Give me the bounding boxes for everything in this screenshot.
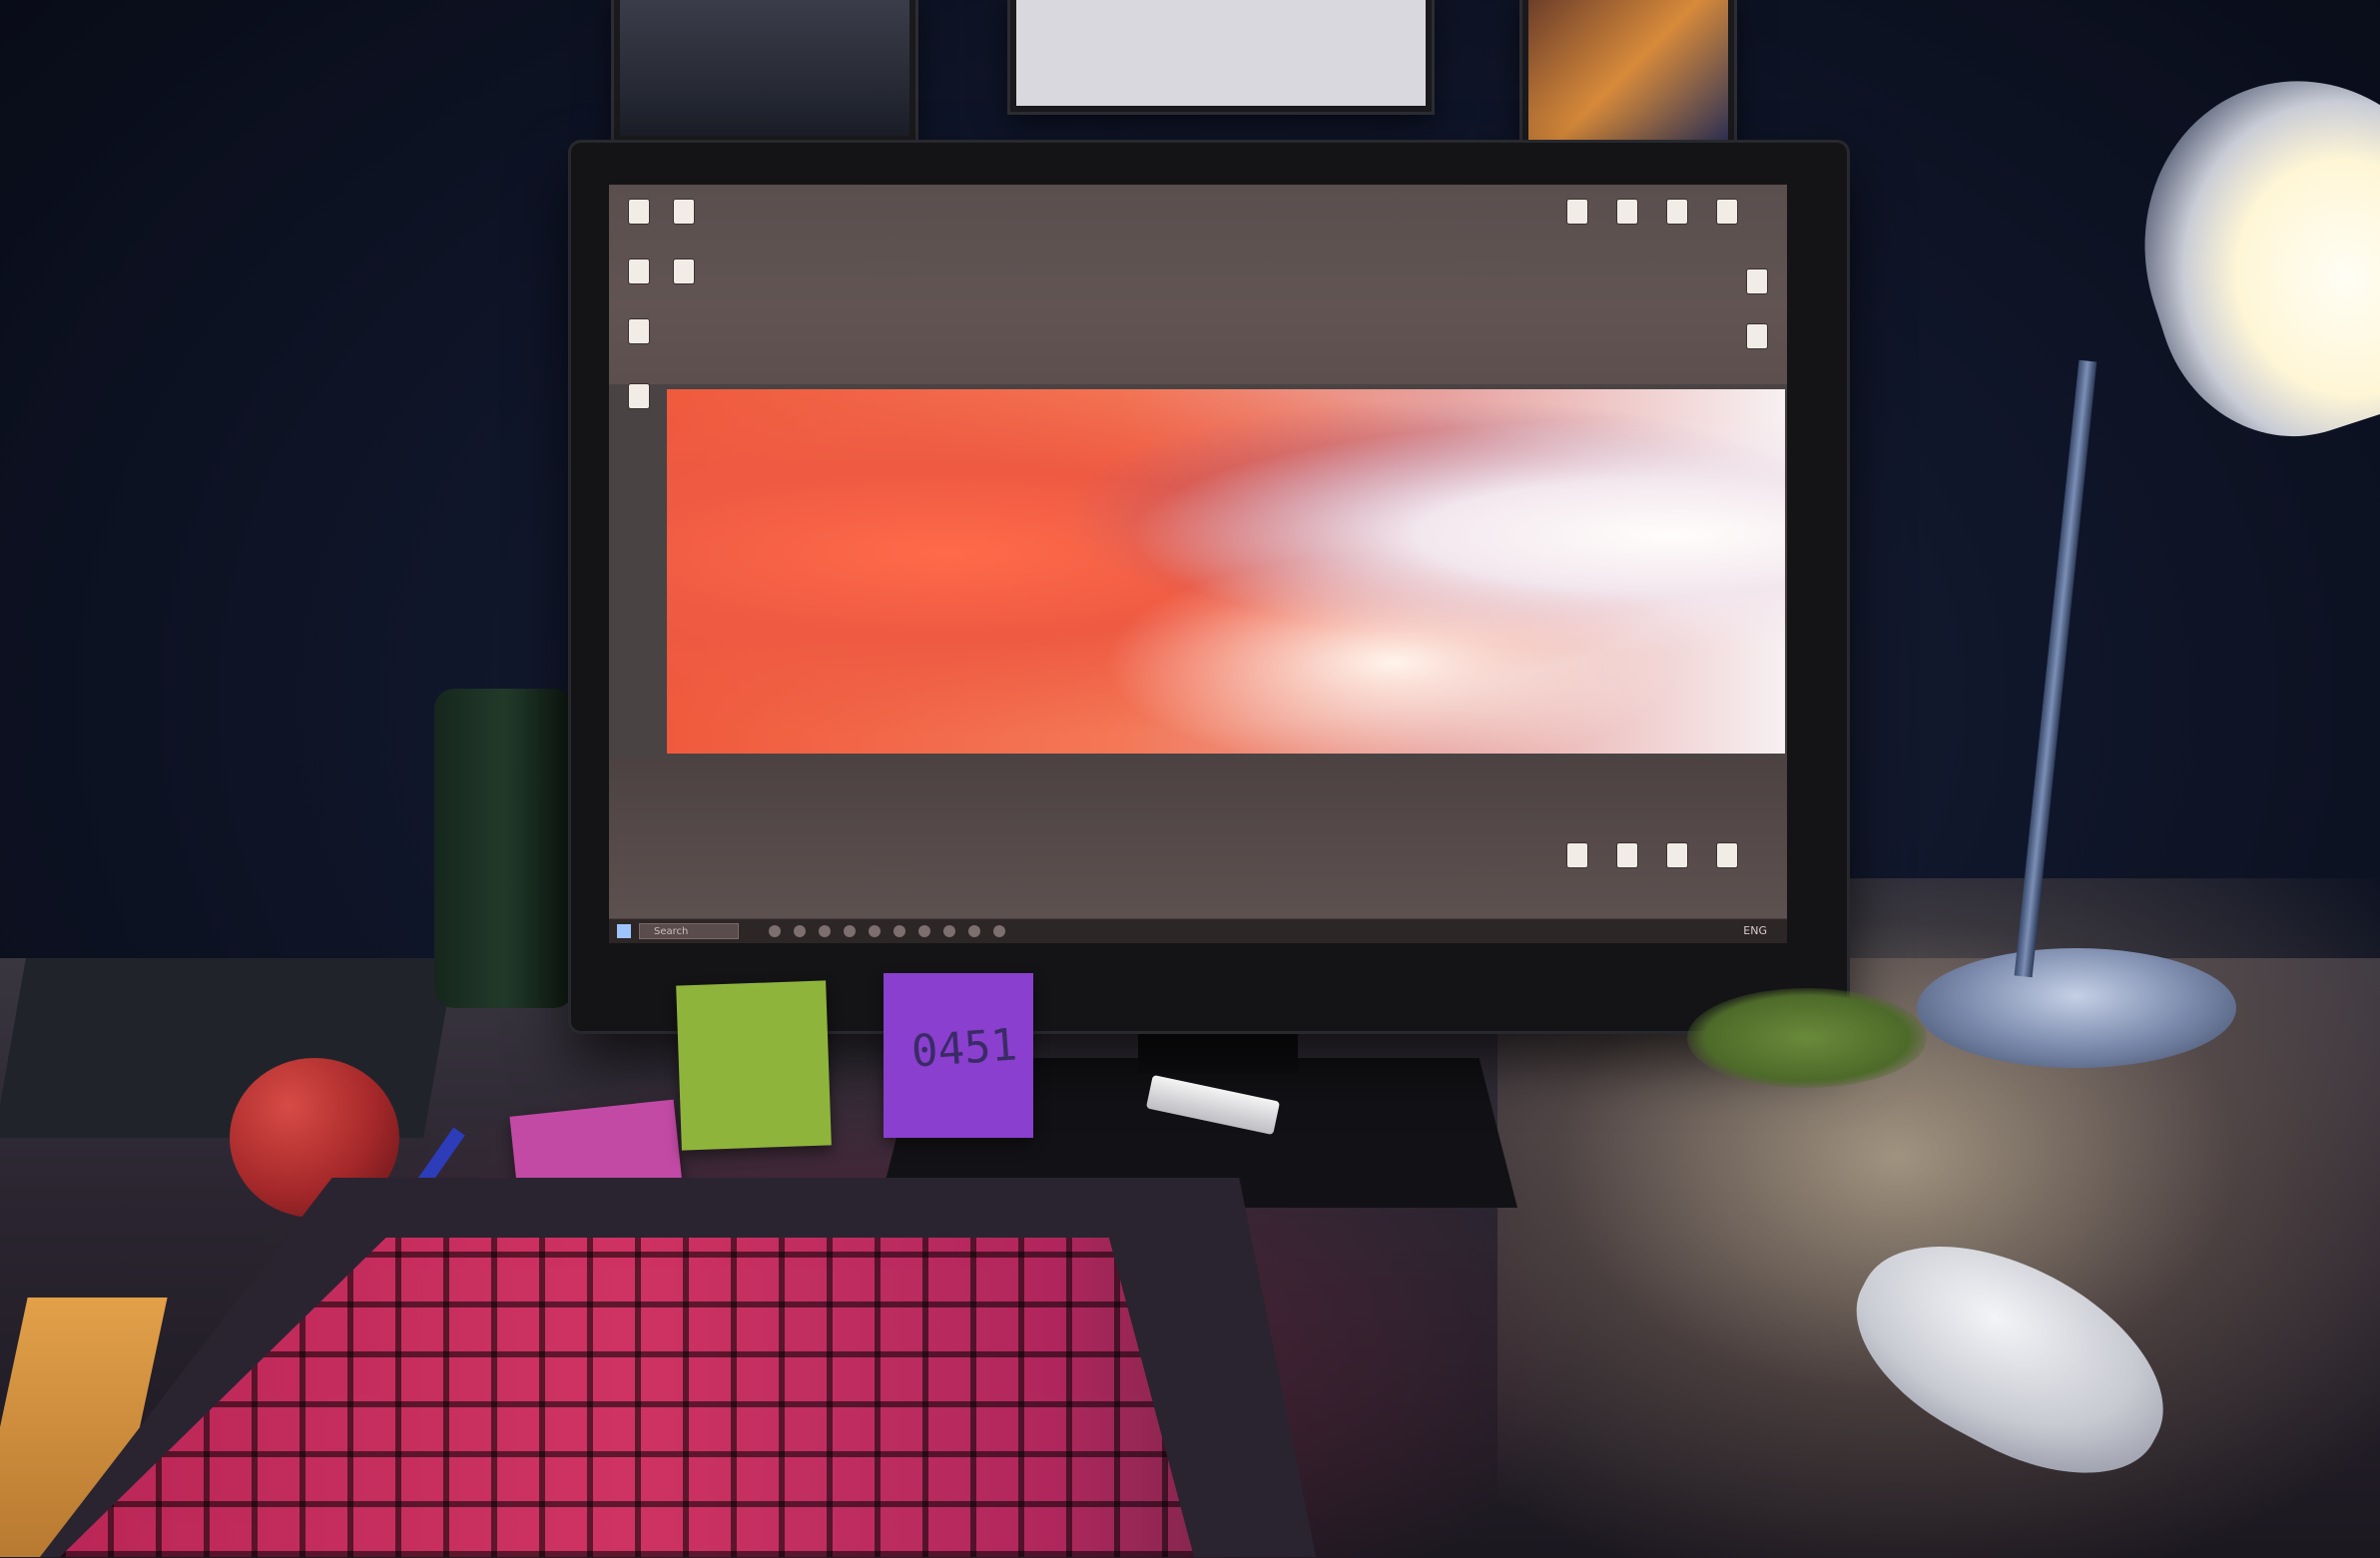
- desktop-wallpaper: [667, 389, 1785, 754]
- taskbar-search-box[interactable]: Search: [639, 923, 739, 939]
- monitor-stand-neck: [1138, 1028, 1298, 1073]
- recycle-bin-icon: [629, 384, 649, 408]
- file-icon: [674, 260, 694, 283]
- taskbar-app-icon[interactable]: [769, 925, 781, 937]
- desktop-icon[interactable]: [1697, 200, 1757, 224]
- wall-picture-frame-center: [1010, 0, 1432, 112]
- file-icon: [629, 260, 649, 283]
- file-icon: [629, 319, 649, 343]
- file-icon: [1617, 843, 1637, 867]
- taskbar-app-icon[interactable]: [943, 925, 955, 937]
- monitor-screen[interactable]: Search ENG: [609, 185, 1787, 943]
- taskbar-app-icon[interactable]: [794, 925, 806, 937]
- file-icon: [1717, 843, 1737, 867]
- app-icon: [1617, 200, 1637, 224]
- turtle-figurine: [1687, 988, 1927, 1088]
- taskbar-app-icon[interactable]: [993, 925, 1005, 937]
- green-cup: [434, 689, 574, 1008]
- desk-lamp-shade: [2099, 39, 2380, 470]
- file-icon: [629, 200, 649, 224]
- taskbar-app-icon[interactable]: [968, 925, 980, 937]
- purple-sticky-note: 0451: [884, 973, 1033, 1138]
- desktop-icon[interactable]: [1727, 324, 1787, 348]
- desktop-icon[interactable]: [1727, 269, 1787, 293]
- app-icon: [1747, 269, 1767, 293]
- taskbar-app-icon[interactable]: [869, 925, 881, 937]
- app-icon: [1567, 200, 1587, 224]
- system-tray[interactable]: ENG: [1743, 924, 1767, 937]
- taskbar: Search ENG: [609, 918, 1787, 943]
- taskbar-app-icon[interactable]: [893, 925, 905, 937]
- wall-picture-frame-right: [1522, 0, 1734, 152]
- desktop-icon[interactable]: [1697, 843, 1757, 867]
- taskbar-app-icon[interactable]: [918, 925, 930, 937]
- scene-photo: Search ENG 0451: [0, 0, 2380, 1558]
- green-sticky-note: [676, 980, 832, 1151]
- desk-lamp-base: [1917, 948, 2236, 1068]
- screen-lower-band: [609, 759, 1787, 918]
- desktop-icon[interactable]: [609, 319, 669, 345]
- file-icon: [1567, 843, 1587, 867]
- file-icon: [1667, 843, 1687, 867]
- desktop-icon[interactable]: [654, 260, 714, 285]
- file-icon: [674, 200, 694, 224]
- app-icon: [1747, 324, 1767, 348]
- taskbar-app-icon[interactable]: [819, 925, 831, 937]
- app-icon: [1717, 200, 1737, 224]
- taskbar-app-icon[interactable]: [844, 925, 856, 937]
- desktop-icon[interactable]: [654, 200, 714, 226]
- windows-start-icon[interactable]: [617, 924, 631, 938]
- sticky-note-text: 0451: [909, 1019, 1019, 1078]
- desktop-icon[interactable]: [609, 384, 669, 410]
- app-icon: [1667, 200, 1687, 224]
- wall-picture-frame-left: [614, 0, 915, 142]
